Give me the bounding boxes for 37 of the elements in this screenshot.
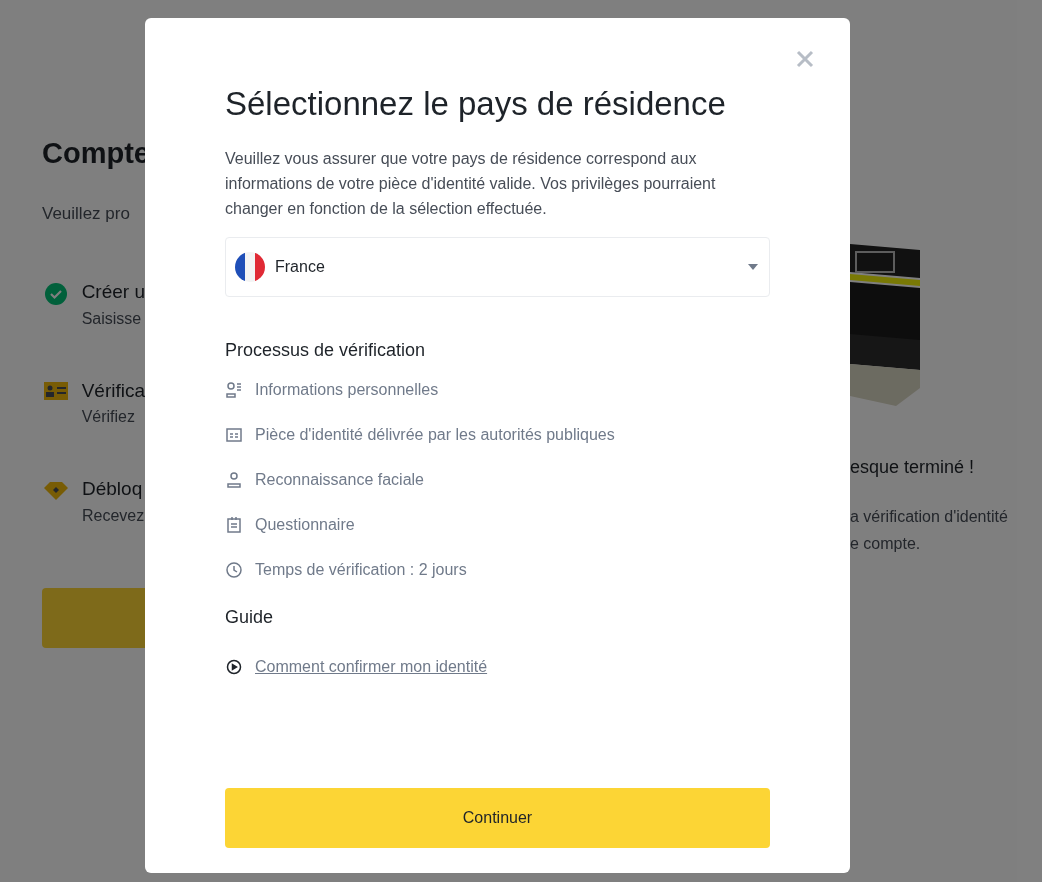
step-description: Vérifiez xyxy=(81,407,136,427)
step-title: Créer u xyxy=(81,280,145,304)
clock-icon xyxy=(225,561,243,579)
step-description: Recevez xyxy=(82,505,145,526)
flag-icon xyxy=(235,252,265,282)
step-title: Débloq xyxy=(82,477,144,501)
page-subtitle: Veuillez pro xyxy=(42,202,131,225)
select-value: France xyxy=(275,257,326,277)
user-list-icon xyxy=(225,381,243,399)
step-title: Vérifica xyxy=(81,378,145,403)
dialog-description: Veuillez vous assurer que votre pays de résidence correspond aux informations de votre pièce d'identité valide. Vos privilèges pourraient changer en fonction de la sélection effectuée. xyxy=(225,149,717,219)
primary-button[interactable] xyxy=(42,587,145,648)
close-button[interactable] xyxy=(794,48,816,70)
clipboard-icon xyxy=(225,516,243,534)
id-card-icon xyxy=(225,426,243,444)
process-step: Questionnaire xyxy=(255,514,355,536)
guide-heading: Guide xyxy=(225,606,275,629)
user-icon xyxy=(225,471,243,489)
close-icon xyxy=(795,49,815,69)
side-text: a vérification d'identité xyxy=(850,507,1008,527)
country-select[interactable]: France xyxy=(225,237,770,297)
process-heading: Processus de vérification xyxy=(225,339,427,362)
play-circle-icon xyxy=(225,658,243,676)
page-title: Compte xyxy=(42,136,145,171)
side-text: e compte. xyxy=(850,534,922,554)
step-description: Saisisse xyxy=(81,308,143,329)
check-circle-icon xyxy=(42,281,69,307)
guide-link[interactable]: Comment confirmer mon identité xyxy=(255,656,488,678)
process-step: Pièce d'identité délivrée par les autorités publiques xyxy=(255,424,615,446)
process-step: Reconnaissance faciale xyxy=(255,469,424,491)
process-step: Temps de vérification : 2 jours xyxy=(255,559,467,581)
process-step: Informations personnelles xyxy=(255,379,439,401)
side-title: esque terminé ! xyxy=(850,456,976,479)
caret-down-icon xyxy=(748,264,758,270)
continue-button[interactable]: Continuer xyxy=(225,788,770,848)
dialog-title: Sélectionnez le pays de résidence xyxy=(225,84,727,124)
id-card-icon xyxy=(42,379,69,402)
